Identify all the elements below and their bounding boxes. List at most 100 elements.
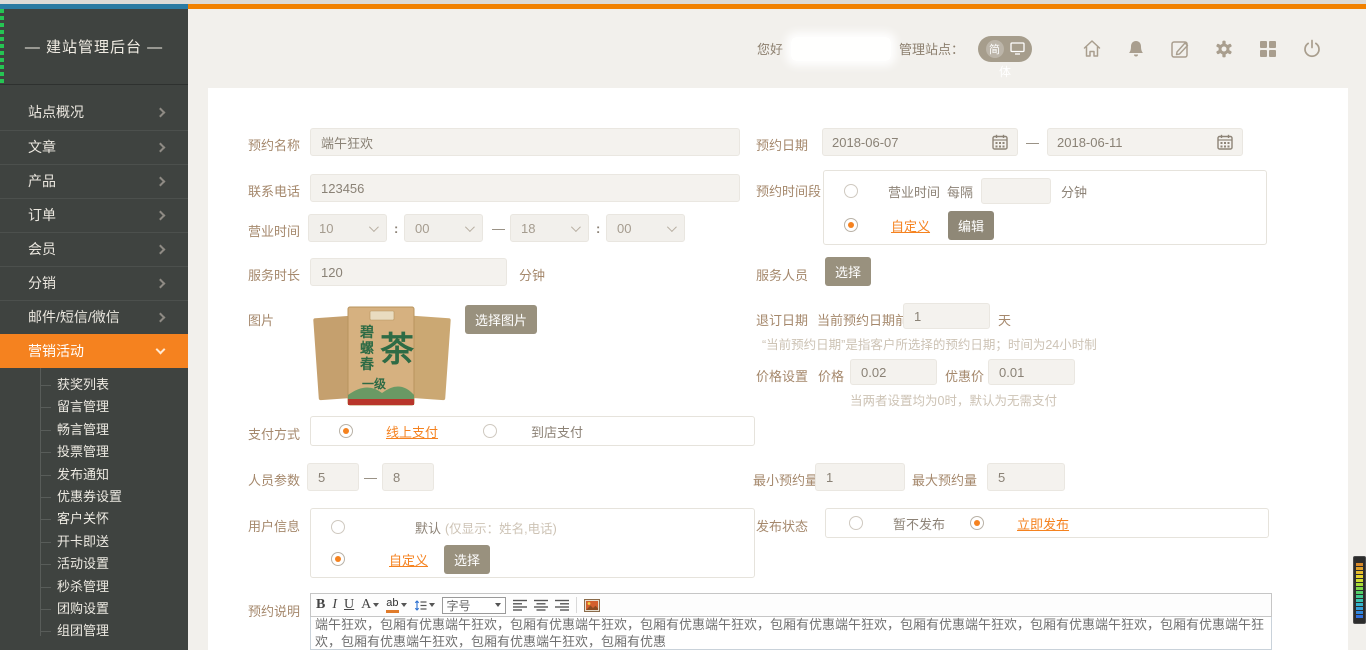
submenu-item-group-buy[interactable]: 团购设置 [0, 598, 188, 620]
align-left-icon[interactable] [513, 599, 527, 611]
edit-icon[interactable] [1170, 39, 1190, 59]
online-pay-label[interactable]: 线上支付 [386, 422, 438, 441]
timeslot-biz-radio[interactable] [844, 184, 858, 198]
submenu-item-message-mgmt[interactable]: 留言管理 [0, 396, 188, 418]
user-default-label[interactable]: 默认 [415, 518, 441, 537]
submenu-item-changyan-mgmt[interactable]: 畅言管理 [0, 419, 188, 441]
cancel-days-input[interactable] [903, 303, 990, 329]
topbar: 您好 管理站点： 简 体 [188, 9, 1366, 88]
staff-choose-button[interactable]: 选择 [825, 257, 871, 286]
publish-now-label[interactable]: 立即发布 [1017, 514, 1069, 533]
gear-icon[interactable] [1214, 39, 1234, 59]
submenu-item-seckill-mgmt[interactable]: 秒杀管理 [0, 576, 188, 598]
field-label-price-settings: 价格设置 [756, 366, 808, 385]
sidebar-item-products[interactable]: 产品 [0, 164, 188, 198]
chevron-down-icon [156, 345, 166, 355]
chevron-right-icon [156, 108, 166, 118]
sidebar-item-site-overview[interactable]: 站点概况 [0, 96, 188, 130]
instore-pay-radio[interactable] [483, 424, 497, 438]
chevron-right-icon [156, 313, 166, 323]
editor-content[interactable]: 端午狂欢，包厢有优惠端午狂欢，包厢有优惠端午狂欢，包厢有优惠端午狂欢，包厢有优惠… [310, 617, 1272, 650]
line-height-icon[interactable] [414, 599, 435, 612]
insert-image-icon[interactable] [584, 599, 600, 612]
minute-to-select[interactable]: 00 [606, 214, 685, 242]
chevron-right-icon [156, 143, 166, 153]
max-qty-input[interactable] [987, 463, 1065, 491]
svg-text:螺: 螺 [360, 340, 374, 356]
people-min-input[interactable] [307, 463, 359, 491]
online-pay-radio[interactable] [339, 424, 353, 438]
choose-image-button[interactable]: 选择图片 [465, 305, 537, 334]
scroll-marker-widget[interactable] [1353, 556, 1366, 624]
duration-input[interactable] [310, 258, 507, 286]
align-center-icon[interactable] [534, 599, 548, 611]
min-qty-input[interactable] [815, 463, 905, 491]
font-color-icon[interactable]: A [361, 598, 379, 612]
submenu-item-activity-settings[interactable]: 活动设置 [0, 553, 188, 575]
publish-later-radio[interactable] [849, 516, 863, 530]
power-icon[interactable] [1302, 39, 1322, 59]
timeslot-biz-label[interactable]: 营业时间 [888, 182, 940, 201]
discount-input[interactable] [988, 359, 1075, 385]
align-right-icon[interactable] [555, 599, 569, 611]
submenu-item-customer-care[interactable]: 客户关怀 [0, 508, 188, 530]
apps-grid-icon[interactable] [1258, 39, 1278, 59]
submenu-item-team-mgmt[interactable]: 组团管理 [0, 620, 188, 642]
product-image: 碧 螺 春 茶 一级 [312, 303, 452, 409]
manage-site-label: 管理站点： [899, 39, 964, 58]
language-pill-button[interactable]: 简 [978, 36, 1032, 62]
price-input[interactable] [850, 359, 937, 385]
timeslot-custom-radio[interactable] [844, 218, 858, 232]
bell-icon[interactable] [1126, 39, 1146, 59]
range-dash: — [1026, 135, 1039, 150]
submenu-item-award-list[interactable]: 获奖列表 [0, 374, 188, 396]
publish-later-label[interactable]: 暂不发布 [893, 514, 945, 533]
user-custom-radio[interactable] [331, 552, 345, 566]
underline-icon[interactable]: U [344, 598, 354, 612]
hour-to-select[interactable]: 18 [510, 214, 589, 242]
field-label-phone: 联系电话 [248, 181, 300, 200]
sidebar-item-marketing[interactable]: 营销活动 [0, 334, 188, 368]
hour-from-select[interactable]: 10 [308, 214, 387, 242]
timeslot-interval-input[interactable] [981, 178, 1051, 204]
field-label-biz-hours: 营业时间 [248, 221, 300, 240]
field-label-staff: 服务人员 [756, 265, 808, 284]
sidebar: — 建站管理后台 — 站点概况 文章 产品 订单 会员 分销 邮件/短信/微信 … [0, 9, 188, 650]
home-icon[interactable] [1082, 39, 1102, 59]
bold-icon[interactable]: B [316, 598, 325, 612]
user-choose-button[interactable]: 选择 [444, 545, 490, 574]
submenu-item-vote-mgmt[interactable]: 投票管理 [0, 441, 188, 463]
minute-from-select[interactable]: 00 [404, 214, 483, 242]
date-to-input[interactable]: 2018-06-11 [1047, 128, 1243, 156]
phone-input[interactable] [310, 174, 740, 202]
chevron-down-icon [571, 222, 581, 232]
submenu-item-publish-notice[interactable]: 发布通知 [0, 464, 188, 486]
cancel-date-hint: “当前预约日期”是指客户所选择的预约日期；时间为24小时制 [762, 334, 1097, 353]
timeslot-unit: 分钟 [1061, 182, 1087, 201]
field-label-cancel-date: 退订日期 [756, 310, 808, 329]
sidebar-item-orders[interactable]: 订单 [0, 198, 188, 232]
chevron-down-icon [495, 603, 501, 607]
submenu-item-coupon-settings[interactable]: 优惠券设置 [0, 486, 188, 508]
timeslot-edit-button[interactable]: 编辑 [948, 211, 994, 240]
user-default-radio[interactable] [331, 520, 345, 534]
time-colon: : [596, 221, 600, 236]
highlight-icon[interactable]: ab [386, 597, 406, 612]
font-size-select[interactable]: 字号 [442, 597, 506, 614]
sidebar-item-mail-sms-wechat[interactable]: 邮件/短信/微信 [0, 300, 188, 334]
price-label: 价格 [818, 366, 844, 385]
timeslot-custom-label[interactable]: 自定义 [891, 216, 930, 235]
people-max-input[interactable] [382, 463, 434, 491]
res-name-input[interactable] [310, 128, 740, 156]
publish-now-radio[interactable] [970, 516, 984, 530]
sidebar-item-articles[interactable]: 文章 [0, 130, 188, 164]
user-default-hint: (仅显示：姓名,电话) [445, 518, 557, 537]
sidebar-item-members[interactable]: 会员 [0, 232, 188, 266]
sidebar-item-distribution[interactable]: 分销 [0, 266, 188, 300]
italic-icon[interactable]: I [332, 598, 337, 612]
submenu-item-card-gift[interactable]: 开卡即送 [0, 531, 188, 553]
date-from-input[interactable]: 2018-06-07 [822, 128, 1018, 156]
instore-pay-label[interactable]: 到店支付 [531, 422, 583, 441]
user-custom-label[interactable]: 自定义 [389, 550, 428, 569]
user-info-box: 默认 (仅显示：姓名,电话) 自定义 选择 [310, 508, 755, 578]
